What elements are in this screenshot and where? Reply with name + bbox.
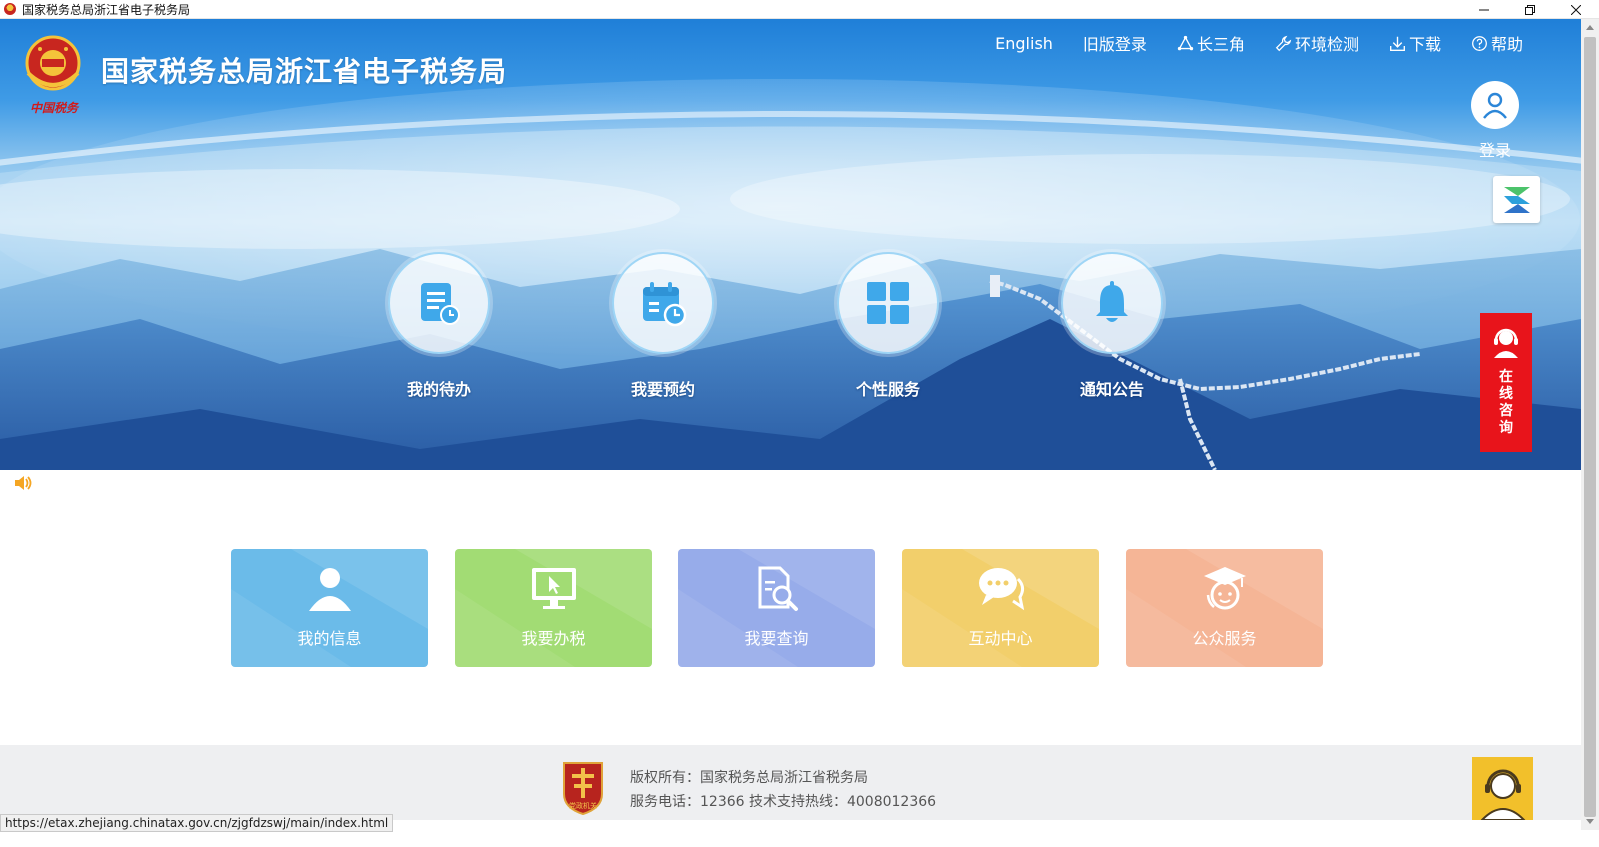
document-search-icon bbox=[758, 566, 798, 611]
nav-label: 帮助 bbox=[1490, 35, 1523, 54]
tile-label: 我要查询 bbox=[744, 629, 809, 648]
circle-nav-notice[interactable]: 通知公告 bbox=[1061, 252, 1163, 400]
tax-emblem-icon: 中国税务 bbox=[20, 33, 86, 117]
brand: 中国税务 国家税务总局浙江省电子税务局 bbox=[20, 33, 507, 117]
scroll-down-button[interactable] bbox=[1581, 814, 1599, 830]
todo-document-icon bbox=[421, 283, 460, 325]
site-title: 国家税务总局浙江省电子税务局 bbox=[101, 55, 508, 88]
circle-nav-icon-wrap bbox=[612, 252, 714, 354]
app-shortcut-button[interactable] bbox=[1493, 176, 1540, 223]
customer-service-agent-icon bbox=[1480, 769, 1525, 820]
circle-nav-label: 通知公告 bbox=[1079, 380, 1144, 399]
calendar-clock-icon bbox=[643, 282, 687, 327]
triangle-nodes-icon bbox=[1177, 35, 1194, 50]
online-consult-label: 在线咨询 bbox=[1499, 369, 1513, 436]
login-label: 登录 bbox=[1478, 141, 1511, 160]
nav-yangtze-delta[interactable]: 长三角 bbox=[1177, 31, 1245, 55]
nav-env-check[interactable]: 环境检测 bbox=[1275, 31, 1359, 55]
minimize-button[interactable] bbox=[1461, 0, 1507, 19]
tile-label: 互动中心 bbox=[968, 629, 1033, 648]
close-icon bbox=[1571, 4, 1581, 15]
online-consult-button[interactable]: 在线咨询 bbox=[1480, 313, 1532, 452]
circle-nav-todo[interactable]: 我的待办 bbox=[388, 252, 490, 400]
tile-public-service[interactable]: 公众服务 bbox=[1126, 549, 1323, 667]
hero-banner: 中国税务 国家税务总局浙江省电子税务局 English 旧版登录 长三角 环境检… bbox=[0, 19, 1581, 470]
nav-download[interactable]: 下载 bbox=[1389, 31, 1441, 55]
download-icon bbox=[1389, 36, 1405, 51]
nav-label: 长三角 bbox=[1196, 35, 1245, 54]
circle-nav-icon-wrap bbox=[1061, 252, 1163, 354]
tile-label: 公众服务 bbox=[1192, 629, 1257, 648]
government-seal-icon[interactable]: 党政机关 bbox=[560, 760, 606, 815]
emblem-caption: 中国税务 bbox=[29, 101, 78, 115]
speaker-icon[interactable] bbox=[13, 474, 33, 492]
window-controls bbox=[1461, 0, 1599, 19]
nav-label: 旧版登录 bbox=[1082, 35, 1147, 54]
window-titlebar: 国家税务总局浙江省电子税务局 bbox=[0, 0, 1599, 19]
nav-label: 下载 bbox=[1408, 35, 1441, 54]
tile-my-info[interactable]: 我的信息 bbox=[231, 549, 428, 667]
app-logo-icon bbox=[1503, 186, 1530, 213]
status-bar-url: https://etax.zhejiang.chinatax.gov.cn/zj… bbox=[0, 814, 394, 832]
vertical-scrollbar[interactable] bbox=[1581, 19, 1599, 830]
nav-label: 环境检测 bbox=[1294, 35, 1359, 54]
person-icon bbox=[308, 568, 351, 611]
restore-button[interactable] bbox=[1507, 0, 1553, 19]
circle-nav-label: 个性服务 bbox=[855, 380, 920, 399]
chevron-up-icon bbox=[1586, 25, 1594, 30]
login-button[interactable]: 登录 bbox=[1470, 81, 1520, 161]
tile-tax-handling[interactable]: 我要办税 bbox=[455, 549, 652, 667]
graduate-icon bbox=[1203, 567, 1246, 610]
window-title: 国家税务总局浙江省电子税务局 bbox=[22, 2, 191, 17]
customer-service-icon bbox=[1494, 328, 1518, 358]
monitor-cursor-icon bbox=[531, 568, 576, 609]
circle-nav-personal-service[interactable]: 个性服务 bbox=[837, 252, 939, 400]
tax-emblem-icon bbox=[4, 3, 16, 15]
seal-text: 党政机关 bbox=[569, 801, 597, 810]
nav-old-login[interactable]: 旧版登录 bbox=[1083, 31, 1147, 55]
help-circle-icon bbox=[1472, 35, 1487, 51]
wrench-icon bbox=[1275, 35, 1292, 51]
scrollbar-thumb[interactable] bbox=[1584, 37, 1596, 817]
tile-interaction-center[interactable]: 互动中心 bbox=[902, 549, 1099, 667]
circle-nav-icon-wrap bbox=[837, 252, 939, 354]
scroll-up-button[interactable] bbox=[1581, 19, 1599, 35]
chat-bubbles-icon bbox=[978, 568, 1024, 611]
nav-english[interactable]: English bbox=[995, 31, 1053, 55]
footer: 党政机关 版权所有：国家税务总局浙江省税务局 服务电话：12366 技术支持热线… bbox=[0, 745, 1581, 820]
chevron-down-icon bbox=[1586, 819, 1594, 824]
tile-query[interactable]: 我要查询 bbox=[678, 549, 875, 667]
bell-icon bbox=[1096, 281, 1128, 322]
restore-icon bbox=[1525, 4, 1535, 15]
grid-squares-icon bbox=[867, 282, 909, 324]
close-window-button[interactable] bbox=[1553, 0, 1599, 19]
user-avatar-icon bbox=[1471, 81, 1519, 129]
tile-label: 我的信息 bbox=[297, 629, 362, 648]
circle-nav-appointment[interactable]: 我要预约 bbox=[612, 252, 714, 400]
customer-service-avatar-button[interactable] bbox=[1472, 757, 1533, 820]
circle-nav-label: 我要预约 bbox=[630, 380, 695, 399]
minimize-icon bbox=[1479, 9, 1489, 10]
circle-nav-icon-wrap bbox=[388, 252, 490, 354]
nav-label: English bbox=[995, 33, 1053, 53]
footer-copyright: 版权所有：国家税务总局浙江省税务局 bbox=[630, 770, 868, 786]
footer-service-phone: 服务电话：12366 技术支持热线：4008012366 bbox=[630, 794, 937, 810]
tile-label: 我要办税 bbox=[521, 629, 586, 648]
top-navigation: English 旧版登录 长三角 环境检测 下载 帮助 bbox=[965, 31, 1523, 55]
circle-nav-label: 我的待办 bbox=[406, 380, 471, 399]
nav-help[interactable]: 帮助 bbox=[1471, 31, 1523, 55]
